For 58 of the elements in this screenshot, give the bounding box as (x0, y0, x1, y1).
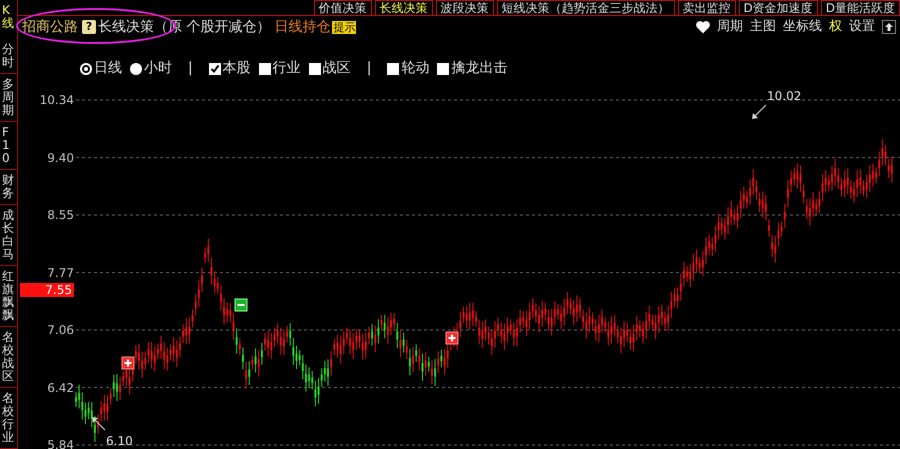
axis-label: 5.84 (46, 438, 74, 449)
strategy-tab[interactable]: 长线决策 (374, 0, 432, 15)
strategy-tab[interactable]: D资金加速度 (738, 0, 818, 15)
toolbar-item[interactable]: 坐标线 (783, 17, 822, 37)
checkbox[interactable] (437, 62, 450, 74)
high-price-label: 10.02 (767, 89, 802, 103)
scroll-up-button[interactable] (882, 20, 896, 34)
sidebar-tab[interactable]: K线 (0, 0, 18, 39)
checkbox[interactable] (387, 62, 400, 74)
strategy-tab[interactable]: 波段决策 (436, 0, 494, 15)
checkbox-label: 擒龙出击 (451, 59, 508, 78)
position-status: 日线持仓 (274, 18, 330, 36)
radio-button[interactable] (130, 62, 142, 74)
checkbox-label: 战区 (322, 59, 351, 78)
help-icon[interactable]: ? (82, 20, 96, 34)
toolbar-item[interactable]: 周期 (717, 17, 743, 37)
sidebar-tab[interactable]: 财务 (0, 170, 18, 205)
sidebar-tab[interactable]: 名校行业 (0, 388, 18, 449)
minus-icon (234, 298, 248, 312)
strategy-tab[interactable]: 短线决策（趋势活金三步战法） (496, 0, 674, 15)
axis-label: 7.77 (46, 266, 74, 280)
sidebar-tab[interactable]: F10 (0, 122, 18, 170)
strategy-tab[interactable]: 卖出监控 (678, 0, 736, 15)
plus-icon (122, 356, 134, 370)
strategy-tab[interactable]: D量能活跃度 (820, 0, 900, 15)
axis-label: 6.42 (46, 380, 74, 394)
radio-label: 小时 (144, 59, 172, 78)
separator: | (366, 59, 372, 78)
radio-label: 日线 (94, 59, 122, 78)
toolbar-item[interactable]: 主图 (750, 17, 776, 37)
current-price-tag: 7.55 (20, 283, 74, 297)
plus-icon (446, 332, 458, 344)
heart-icon[interactable] (695, 20, 711, 34)
axis-label: 9.40 (46, 150, 74, 164)
radio-button[interactable] (80, 62, 92, 74)
checkbox-label: 本股 (222, 59, 251, 78)
sidebar-tab[interactable]: 成长白马 (0, 205, 18, 266)
sidebar-tab[interactable]: 分时 (0, 39, 18, 74)
sidebar-tab[interactable]: 红旗飘飘 (0, 266, 18, 327)
checkbox[interactable] (258, 62, 271, 74)
checkbox-label: 行业 (272, 59, 301, 78)
pointer-arrow (92, 417, 106, 430)
axis-label: 10.34 (38, 93, 74, 107)
checkbox[interactable] (308, 62, 321, 74)
pointer-arrow (752, 104, 766, 119)
sidebar-tab[interactable]: 多周期 (0, 74, 18, 122)
low-price-label: 6.10 (106, 434, 133, 448)
sidebar-tab[interactable]: 名校战区 (0, 327, 18, 388)
stock-name: 招商公路 (22, 18, 78, 36)
checkbox[interactable] (208, 62, 221, 74)
toolbar-item[interactable]: 设置 (849, 17, 875, 37)
checkbox-label: 轮动 (401, 59, 430, 78)
axis-label: 7.06 (46, 323, 74, 337)
axis-label: 8.55 (46, 208, 74, 222)
toolbar-item[interactable]: 权 (829, 17, 842, 37)
hint-badge[interactable]: 提示 (332, 20, 356, 34)
separator: | (187, 59, 194, 78)
strategy-tab[interactable]: 价值决策 (314, 0, 372, 15)
